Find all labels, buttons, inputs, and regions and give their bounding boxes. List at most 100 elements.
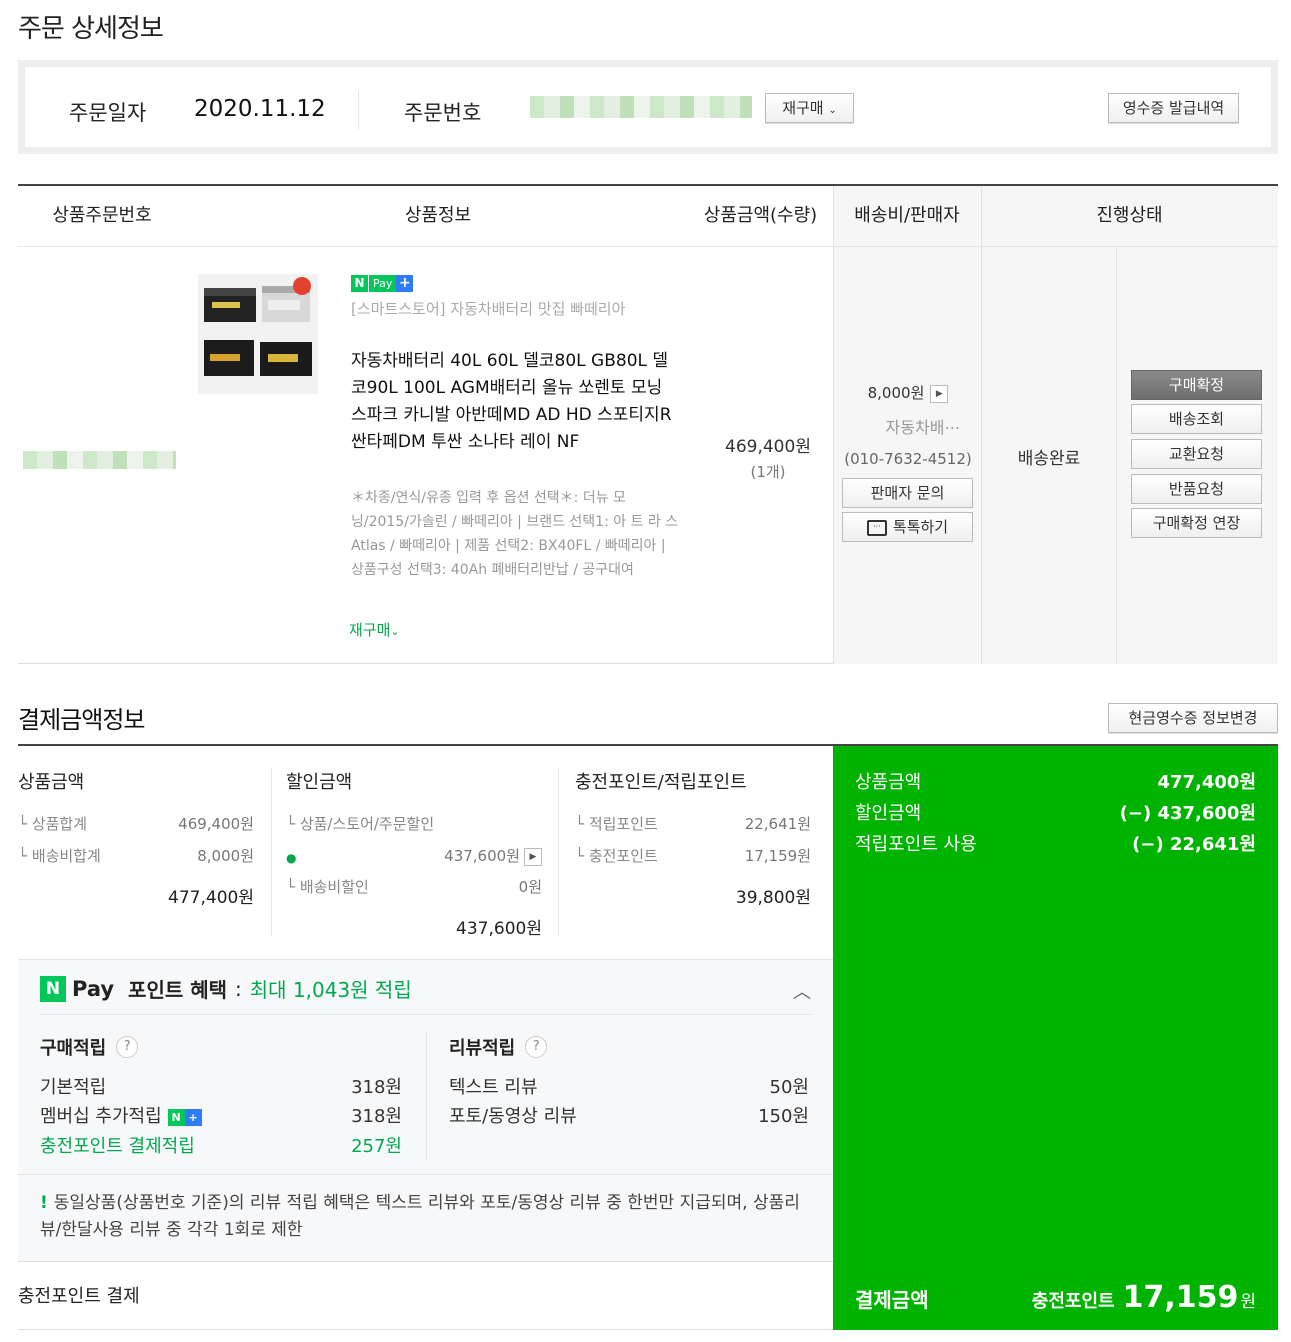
charge-payment-points-row: 충전포인트 결제적립 257원 (40, 1132, 402, 1158)
receipt-history-button[interactable]: 영수증 발급내역 (1108, 93, 1239, 123)
shipping-subtotal-label: └ 배송비합계 (18, 847, 101, 865)
play-arrow-icon[interactable]: ▶ (524, 847, 542, 866)
npay-label: Pay (368, 275, 397, 292)
product-thumbnail[interactable] (198, 274, 318, 394)
col-header-product: 상품정보 (404, 205, 472, 226)
store-name[interactable]: [스마트스토어] 자동차배터리 맛집 빠떼리아 (351, 296, 681, 323)
col-header-status: 진행상태 (1096, 205, 1163, 226)
chevron-up-icon[interactable]: ︿ (793, 978, 811, 1004)
summary-label: 적립포인트 사용 (855, 834, 977, 855)
rebuy-link-label: 재구매 (349, 621, 391, 639)
product-name[interactable]: 자동차배터리 40L 60L 델코80L GB80L 델코90L 100L AG… (351, 348, 681, 456)
rebuy-button[interactable]: 재구매 ⌄ (765, 93, 854, 123)
points-title: 충전포인트/적립포인트 (575, 772, 747, 793)
product-price: 469,400원 (725, 437, 811, 457)
track-delivery-button[interactable]: 배송조회 (1131, 404, 1262, 434)
shipping-discount-value: 0원 (518, 878, 542, 896)
return-request-button[interactable]: 반품요청 (1131, 474, 1262, 504)
photo-review-row: 포토/동영상 리뷰 150원 (449, 1102, 809, 1128)
purchase-points-label: 구매적립 (40, 1038, 107, 1059)
product-quantity: (1개) (750, 463, 786, 481)
text-review-value: 50원 (769, 1077, 809, 1098)
order-number-redacted (530, 96, 752, 118)
product-subtotal-row: └ 상품합계 469,400원 (18, 813, 254, 834)
purchase-points-title: 구매적립? (40, 1034, 139, 1060)
green-dot-icon: ● (286, 851, 297, 865)
naver-n-icon: N (40, 975, 66, 1002)
talktalk-button[interactable]: ··· 톡톡하기 (842, 512, 973, 542)
basic-points-label: 기본적립 (40, 1077, 107, 1098)
col-header-order-no: 상품주문번호 (52, 205, 152, 226)
rebuy-link[interactable]: 재구매⌄ (349, 619, 400, 640)
extend-confirmation-button[interactable]: 구매확정 연장 (1131, 508, 1262, 538)
shipping-cost-value: 8,000원 (867, 384, 925, 402)
col-divider (271, 768, 272, 936)
product-subtotal-label: └ 상품합계 (18, 815, 88, 833)
photo-review-label: 포토/동영상 리뷰 (449, 1106, 577, 1127)
help-icon[interactable]: ? (116, 1036, 139, 1058)
review-points-label: 리뷰적립 (449, 1038, 516, 1059)
naver-n-icon: N (351, 275, 368, 292)
play-arrow-icon[interactable]: ▶ (930, 384, 949, 403)
help-icon[interactable]: ? (525, 1036, 548, 1058)
col-header-price: 상품금액(수량) (703, 205, 818, 226)
shipping-cost: 8,000원 ▶ (833, 382, 983, 403)
order-summary: 주문일자 2020.11.12 주문번호 재구매 ⌄ 영수증 발급내역 (18, 60, 1278, 154)
review-notice: ! 동일상품(상품번호 기준)의 리뷰 적립 혜택은 텍스트 리뷰와 포토/동영상… (40, 1190, 820, 1244)
npay-points-header: N Pay 포인트 혜택 : 최대 1,043원 적립 (40, 974, 412, 1003)
chevron-down-icon: ⌄ (828, 105, 837, 116)
shipping-discount-row: └ 배송비할인 0원 (286, 876, 542, 897)
confirm-purchase-button[interactable]: 구매확정 (1131, 370, 1262, 400)
talktalk-label: 톡톡하기 (892, 518, 949, 536)
seller-inquiry-button[interactable]: 판매자 문의 (842, 478, 973, 508)
final-payment-row: 결제금액 충전포인트 17,159 원 (855, 1280, 1256, 1315)
rebuy-button-label: 재구매 (782, 99, 824, 117)
charge-points-value: 17,159원 (744, 847, 811, 865)
basic-points-value: 318원 (351, 1077, 402, 1098)
exclamation-icon: ! (40, 1193, 48, 1213)
summary-value: (−) 22,641원 (1132, 834, 1256, 855)
seller-name[interactable]: 자동차배⋯ (833, 414, 1013, 438)
battery-image-icon (198, 274, 318, 394)
charge-payment-points-label: 충전포인트 결제적립 (40, 1136, 195, 1157)
discount-row-1: └ 상품/스토어/주문할인 (286, 813, 542, 834)
product-subtotal-value: 469,400원 (178, 815, 254, 833)
reward-points-row: └ 적립포인트 22,641원 (575, 813, 811, 834)
header-divider (18, 246, 1278, 247)
npay-badge: N Pay + (351, 275, 414, 292)
payment-summary-panel: 상품금액 477,400원 할인금액 (−) 437,600원 적립포인트 사용… (833, 746, 1278, 1330)
divider (18, 1174, 833, 1175)
discount-label-1: └ 상품/스토어/주문할인 (286, 815, 435, 833)
summary-discount: 할인금액 (−) 437,600원 (855, 799, 1256, 825)
membership-points-label: 멤버십 추가적립 (40, 1106, 162, 1127)
final-payment-unit: 원 (1240, 1292, 1256, 1312)
discount-title: 할인금액 (286, 772, 353, 793)
reward-points-label: └ 적립포인트 (575, 815, 658, 833)
product-order-number-redacted (23, 451, 176, 469)
chat-bubble-icon: ··· (866, 519, 887, 536)
final-payment-method: 충전포인트 (1031, 1291, 1115, 1312)
photo-review-value: 150원 (758, 1106, 809, 1127)
membership-points-row: 멤버십 추가적립 N + 318원 (40, 1102, 402, 1128)
col-divider (558, 768, 559, 936)
plus-icon: + (396, 275, 414, 292)
final-payment-value: 충전포인트 17,159 원 (1032, 1280, 1256, 1315)
divider (358, 91, 359, 129)
exchange-request-button[interactable]: 교환요청 (1131, 439, 1262, 469)
product-amount-title: 상품금액 (18, 772, 85, 793)
charge-points-row: └ 충전포인트 17,159원 (575, 845, 811, 866)
order-date-label: 주문일자 (69, 101, 147, 125)
shipping-subtotal-value: 8,000원 (197, 847, 254, 865)
discount-total: 437,600원 (456, 919, 542, 939)
points-total: 39,800원 (735, 888, 811, 908)
chevron-down-icon: ⌄ (390, 625, 400, 638)
charge-point-payment-row: 충전포인트 결제 (18, 1261, 833, 1330)
npay-plus-icon: N + (167, 1108, 202, 1126)
col-divider (1116, 247, 1117, 664)
cash-receipt-change-button[interactable]: 현금영수증 정보변경 (1108, 703, 1278, 733)
reward-points-value: 22,641원 (744, 815, 811, 833)
discount-value-1: 437,600원 ▶ (444, 845, 542, 866)
charge-points-label: └ 충전포인트 (575, 847, 658, 865)
order-number-label: 주문번호 (404, 101, 482, 125)
divider (40, 1014, 811, 1015)
